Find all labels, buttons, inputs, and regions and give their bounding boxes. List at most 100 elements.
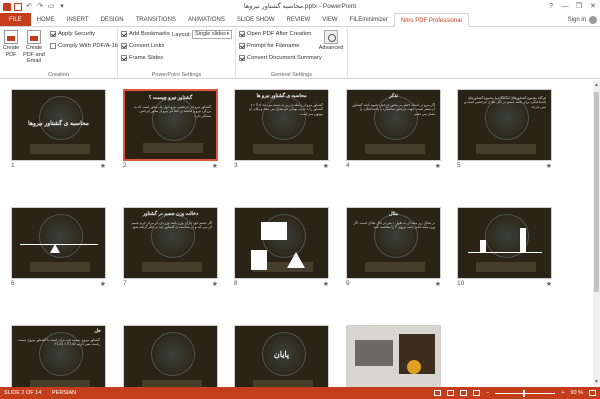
slide-preview: مثال در شکل زیر میله ای به طول ۱ متر در … xyxy=(346,207,441,279)
fulcrum-shape xyxy=(50,244,60,253)
help-button[interactable]: ? xyxy=(544,0,558,13)
prompt-filename-checkbox[interactable]: Prompt for Filename xyxy=(239,43,300,49)
slide-thumbnail[interactable]: حل گشتاور نیروی سمت چپ برابر است با گشتا… xyxy=(11,325,106,387)
tab-animations[interactable]: ANIMATIONS xyxy=(182,13,231,26)
slide-show-view-icon[interactable] xyxy=(473,390,481,396)
layout-select[interactable]: Single slides ▾ xyxy=(192,30,232,39)
open-pdf-label: Open PDF After Creation xyxy=(247,31,312,37)
ribbon-tabs: FILE HOME INSERT DESIGN TRANSITIONS ANIM… xyxy=(0,13,600,27)
slide-body: اگر نیرو در امتداد خطی بر محور چرخش عمود… xyxy=(352,103,435,116)
language-indicator[interactable]: PERSIAN xyxy=(52,387,76,399)
slide-thumbnail[interactable]: مثال در شکل زیر میله ای به طول ۱ متر در … xyxy=(346,207,441,294)
laptop-image xyxy=(355,340,393,366)
zoom-out-icon[interactable]: − xyxy=(486,387,489,399)
slide-thumbnail[interactable]: هرگاه مجموع گشتاورهای ساعتگرد با مجموع گ… xyxy=(457,89,552,176)
create-pdf-email-button[interactable]: Create PDF and Email xyxy=(21,30,47,65)
fit-to-window-icon[interactable] xyxy=(589,390,596,396)
zoom-slider[interactable] xyxy=(495,389,556,397)
group-label-powerpoint-settings: PowerPoint Settings xyxy=(151,72,202,78)
slide-number: 4 xyxy=(346,162,350,169)
create-pdf-email-label: Create PDF and Email xyxy=(23,45,45,64)
slide-title: مثال xyxy=(389,212,398,217)
rectangle-shape xyxy=(251,250,267,270)
tab-transitions[interactable]: TRANSITIONS xyxy=(130,13,182,26)
tab-insert[interactable]: INSERT xyxy=(61,13,95,26)
slide-thumbnail[interactable]: 8 ★ xyxy=(234,207,329,294)
zoom-level[interactable]: 90 % xyxy=(570,387,583,399)
scroll-down-icon[interactable]: ▼ xyxy=(593,379,600,385)
open-pdf-checkbox[interactable]: Open PDF After Creation xyxy=(239,31,311,37)
slide-title: حل xyxy=(94,329,101,334)
reading-view-icon[interactable] xyxy=(460,390,468,396)
tab-slide-show[interactable]: SLIDE SHOW xyxy=(231,13,281,26)
slide-body: گشتاور نیرو از رابطه ی زیر به دست می آید… xyxy=(248,103,323,116)
tab-review[interactable]: REVIEW xyxy=(281,13,317,26)
vertical-scrollbar[interactable]: ▲ ▼ xyxy=(593,80,600,387)
sign-in-link[interactable]: Sign in xyxy=(568,13,586,27)
slide-number: 3 xyxy=(234,162,238,169)
slide-title: تذکر xyxy=(389,94,398,99)
transition-star-icon: ★ xyxy=(322,163,329,170)
comply-pdfa-checkbox[interactable]: Comply With PDF/A-1b xyxy=(50,43,118,49)
checkbox-box xyxy=(121,31,127,37)
slide-body: گشتاور نیروی سمت چپ برابر است با گشتاور … xyxy=(17,338,100,347)
tab-view[interactable]: VIEW xyxy=(316,13,343,26)
slide-sorter-view-icon[interactable] xyxy=(447,390,455,396)
create-pdf-button[interactable]: Create PDF xyxy=(2,30,20,58)
convert-summary-checkbox[interactable]: Convert Document Summary xyxy=(239,55,322,61)
transition-star-icon: ★ xyxy=(211,281,218,288)
scroll-up-icon[interactable]: ▲ xyxy=(593,82,600,88)
tab-design[interactable]: DESIGN xyxy=(95,13,130,26)
slide-thumbnail[interactable]: دخالت وزن جسم در گشتاور اگر جسم خود دارا… xyxy=(123,207,218,294)
zoom-in-icon[interactable]: + xyxy=(561,387,564,399)
convert-links-label: Convert Links xyxy=(129,43,165,49)
group-creation: Create PDF Create PDF and Email Apply Se… xyxy=(0,27,118,79)
settings-icon xyxy=(324,30,338,44)
frame-slides-label: Frame Slides xyxy=(129,55,164,61)
tab-nitro-pdf[interactable]: Nitro PDF Professional xyxy=(393,13,469,27)
frame-slides-checkbox[interactable]: Frame Slides xyxy=(121,55,163,61)
window-controls: ? — ❐ ✕ xyxy=(544,0,600,13)
convert-summary-label: Convert Document Summary xyxy=(247,55,322,61)
slide-number: 10 xyxy=(457,280,465,287)
convert-links-checkbox[interactable]: Convert Links xyxy=(121,43,164,49)
transition-star-icon: ★ xyxy=(211,163,218,170)
minimize-button[interactable]: — xyxy=(558,0,572,13)
tab-file[interactable]: FILE xyxy=(0,13,31,26)
apply-security-checkbox[interactable]: Apply Security xyxy=(50,31,95,37)
tab-home[interactable]: HOME xyxy=(31,13,61,26)
slide-thumbnail[interactable]: 6 ★ xyxy=(11,207,106,294)
checkbox-box xyxy=(239,31,245,37)
add-bookmarks-checkbox[interactable]: Add Bookmarks xyxy=(121,31,170,37)
slide-number: 1 xyxy=(11,162,15,169)
slide-thumbnail-selected[interactable]: گشتاور نیرو چیست ؟ گشتاور نیرو اثر چرخشی… xyxy=(123,89,218,176)
slide-thumbnail[interactable]: پایان 13 ★ xyxy=(234,325,329,387)
apply-security-label: Apply Security xyxy=(58,31,96,37)
slide-sorter: محاسبه ی گشتاور نیروها 1 ★ گشتاور نیرو چ… xyxy=(0,80,600,387)
slide-thumbnail[interactable]: محاسبه ی گشتاور نیروها 1 ★ xyxy=(11,89,106,176)
slide-preview xyxy=(123,325,218,387)
transition-star-icon: ★ xyxy=(434,281,441,288)
slide-thumbnail[interactable]: 12 ★ xyxy=(123,325,218,387)
group-label-general-settings: General Settings xyxy=(271,72,312,78)
slide-number: 2 xyxy=(123,162,127,169)
transition-star-icon: ★ xyxy=(545,281,552,288)
slide-thumbnail[interactable] xyxy=(346,325,441,387)
tab-fileminimizer[interactable]: FILEminimizer xyxy=(344,13,394,26)
close-button[interactable]: ✕ xyxy=(586,0,600,13)
slide-preview: محاسبه ی گشتاور نیروها xyxy=(11,89,106,161)
title-bar: ↶ ↷ ▭ ▾ محاسبه گشتاور نیروها.pptx - Powe… xyxy=(0,0,600,13)
normal-view-icon[interactable] xyxy=(434,390,442,396)
avatar[interactable] xyxy=(589,16,597,24)
restore-button[interactable]: ❐ xyxy=(572,0,586,13)
slide-number: 5 xyxy=(457,162,461,169)
scrollbar-thumb[interactable] xyxy=(594,92,599,292)
slide-thumbnail[interactable]: 10 ★ xyxy=(457,207,552,294)
rectangle-shape xyxy=(261,222,287,240)
slide-number: 7 xyxy=(123,280,127,287)
slide-thumbnail[interactable]: محاسبه ی گشتاور نیرو ها گشتاور نیرو از ر… xyxy=(234,89,329,176)
slide-preview xyxy=(234,207,329,279)
slide-title: گشتاور نیرو چیست ؟ xyxy=(148,95,193,101)
advanced-button[interactable]: Advanced xyxy=(318,30,344,52)
slide-thumbnail[interactable]: تذکر اگر نیرو در امتداد خطی بر محور چرخش… xyxy=(346,89,441,176)
